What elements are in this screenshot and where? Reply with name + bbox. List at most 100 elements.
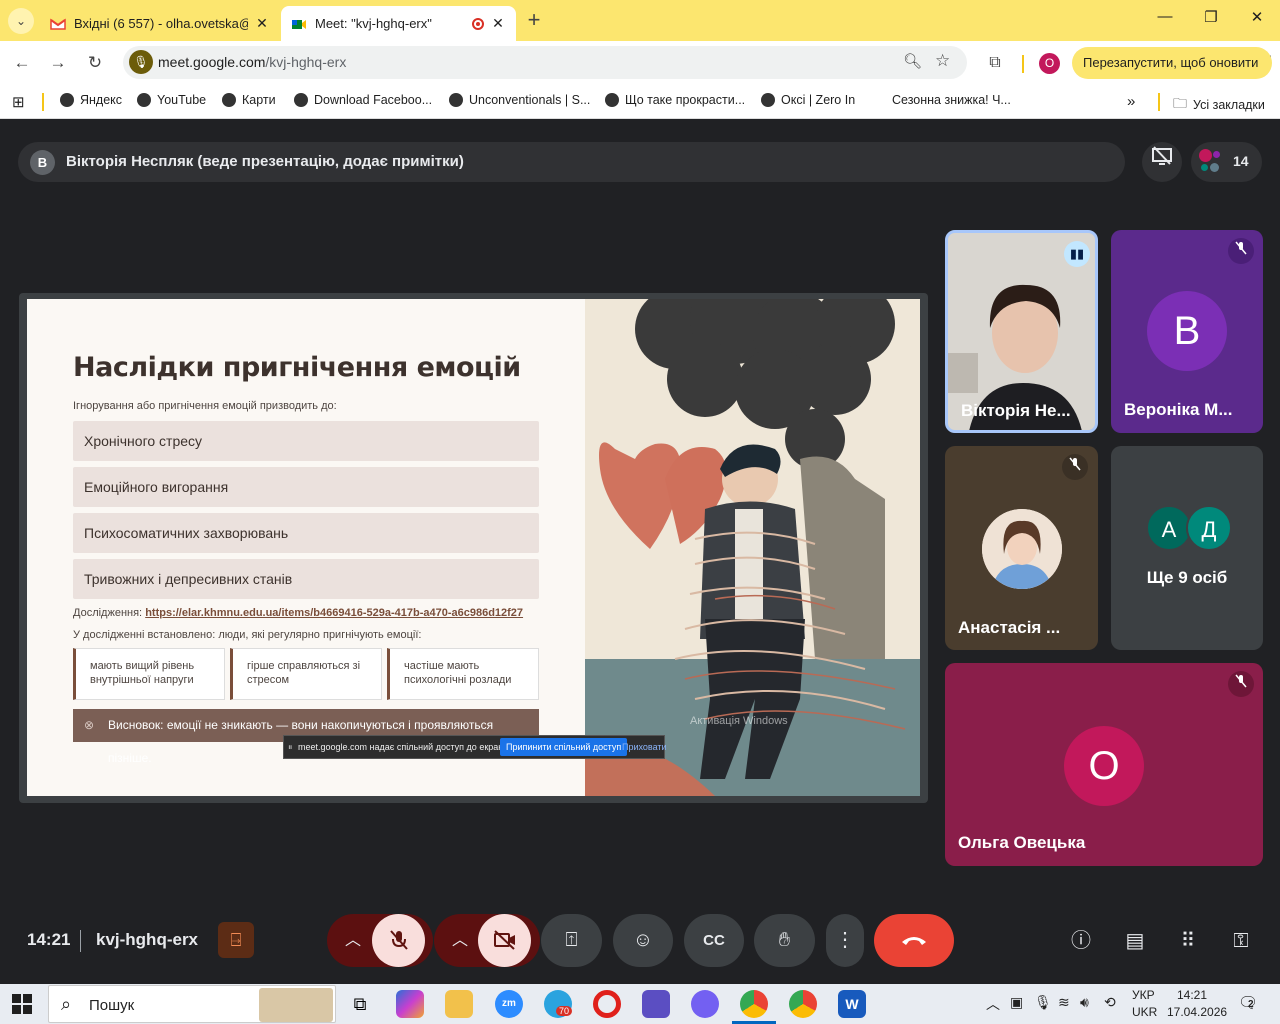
save-app-icon[interactable] bbox=[642, 990, 670, 1018]
raise-hand-button[interactable]: ✋︎ bbox=[754, 914, 815, 967]
slide-title: Наслідки пригнічення емоцій bbox=[73, 352, 521, 383]
leave-call-button[interactable] bbox=[874, 914, 954, 967]
captions-button[interactable]: CC bbox=[684, 914, 744, 967]
avatar-photo bbox=[982, 509, 1062, 589]
bookmark-item[interactable]: Unconventionals | S... bbox=[449, 93, 590, 107]
bookmark-item[interactable]: Оксі | Zero In bbox=[761, 93, 855, 107]
tray-overflow-icon[interactable]: ︿ bbox=[986, 994, 1000, 1014]
presenter-label: Вікторія Неспляк (веде презентацію, дода… bbox=[66, 153, 464, 170]
tab-strip: ⌄ Вхідні (6 557) - olha.ovetska@n ✕ Meet… bbox=[0, 0, 1280, 41]
avatar bbox=[1201, 164, 1208, 171]
windows-start-icon[interactable] bbox=[12, 994, 32, 1019]
camera-off-icon bbox=[493, 930, 515, 950]
meeting-code: kvj-hghq-erx bbox=[96, 930, 199, 949]
meeting-info-icon[interactable]: ⓘ bbox=[1066, 926, 1096, 956]
more-options-button[interactable]: ⋮ bbox=[826, 914, 864, 967]
address-bar[interactable]: 🎙 meet.google.com/kvj-hghq-erx 🔍︎ ☆ bbox=[123, 46, 967, 79]
onedrive-icon[interactable]: ⟲ bbox=[1104, 994, 1116, 1011]
captions-icon: CC bbox=[703, 932, 725, 949]
tab-title: Meet: "kvj-hghq-erx" bbox=[315, 16, 432, 31]
activities-icon[interactable]: ⠿ bbox=[1173, 926, 1203, 956]
chrome-icon[interactable] bbox=[789, 990, 817, 1018]
separator bbox=[42, 93, 44, 111]
wifi-icon[interactable]: ≋ bbox=[1058, 994, 1070, 1011]
bookmark-item[interactable]: Що таке прокрасти... bbox=[605, 93, 745, 107]
bookmark-item[interactable]: Сезонна знижка! Ч... bbox=[892, 93, 1011, 107]
restore-icon[interactable]: ❐ bbox=[1188, 8, 1234, 26]
stop-sharing-button[interactable]: Припинити спільний доступ bbox=[500, 738, 628, 756]
telegram-badge: 70 bbox=[556, 1006, 573, 1016]
participants-button[interactable]: 14 bbox=[1191, 142, 1262, 182]
microphone-toggle[interactable] bbox=[372, 914, 425, 967]
more-participants-label: Ще 9 осіб bbox=[1146, 568, 1228, 587]
host-controls-icon[interactable]: ⍈ bbox=[218, 922, 254, 958]
tab-search-icon[interactable]: ⌄ bbox=[8, 8, 34, 34]
more-bookmarks-icon[interactable]: » bbox=[1127, 93, 1135, 110]
end-call-icon bbox=[902, 937, 926, 945]
opera-icon[interactable] bbox=[593, 990, 621, 1018]
close-tab-icon[interactable]: ✕ bbox=[490, 15, 506, 32]
bookmark-star-icon[interactable]: ☆ bbox=[935, 51, 950, 71]
drag-handle-icon[interactable]: ⏸ bbox=[288, 736, 293, 758]
zoom-icon[interactable]: 🔍︎ bbox=[903, 52, 922, 70]
present-screen-button[interactable]: ⍐ bbox=[541, 914, 602, 967]
study-link[interactable]: https://elar.khmnu.edu.ua/items/b4669416… bbox=[145, 607, 523, 619]
relaunch-button[interactable]: Перезапустити, щоб оновити bbox=[1072, 47, 1272, 79]
bookmark-item[interactable]: Яндекс bbox=[60, 93, 122, 107]
emoji-icon: ☺ bbox=[632, 929, 654, 951]
avatar bbox=[1213, 151, 1220, 158]
new-tab-icon[interactable]: + bbox=[522, 8, 546, 32]
globe-icon bbox=[449, 93, 463, 107]
participant-tile[interactable]: О Ольга Овецька bbox=[945, 663, 1263, 866]
tab-gmail[interactable]: Вхідні (6 557) - olha.ovetska@n ✕ bbox=[40, 6, 280, 41]
language-indicator[interactable]: УКР UKR bbox=[1132, 988, 1157, 1019]
minimize-icon[interactable]: — bbox=[1142, 8, 1188, 25]
profile-avatar[interactable]: O bbox=[1039, 53, 1060, 74]
tab-meet[interactable]: Meet: "kvj-hghq-erx" ✕ bbox=[281, 6, 516, 41]
participant-tile[interactable]: ▮▮ Вікторія Не... bbox=[945, 230, 1098, 433]
more-participants-tile[interactable]: А Д Ще 9 осіб bbox=[1111, 446, 1263, 650]
meet-icon bbox=[291, 16, 307, 32]
search-icon: ⌕ bbox=[61, 994, 72, 1014]
apps-icon[interactable]: ⊞ bbox=[12, 93, 25, 111]
chat-icon[interactable]: ▤ bbox=[1120, 926, 1150, 956]
reactions-button[interactable]: ☺ bbox=[613, 914, 673, 967]
bookmark-item[interactable]: Download Faceboo... bbox=[294, 93, 432, 107]
hide-share-bar-button[interactable]: Приховати bbox=[622, 736, 667, 758]
study-finding: У дослідженні встановлено: люди, які рег… bbox=[73, 629, 422, 641]
close-tab-icon[interactable]: ✕ bbox=[254, 15, 270, 32]
clock[interactable]: 14:21 17.04.2026 bbox=[1167, 988, 1227, 1019]
gmail-icon bbox=[50, 16, 66, 32]
mic-off-icon bbox=[389, 930, 408, 950]
notifications-icon[interactable]: 🗨︎ 2 bbox=[1238, 993, 1258, 1013]
all-bookmarks[interactable]: 🗀 Усі закладки bbox=[1173, 93, 1265, 117]
participant-tile[interactable]: В Вероніка М... bbox=[1111, 230, 1263, 433]
windows-taskbar: ⌕ Пошук ⧉ zm 70 W ︿ ▣ 🎙︎ ≋ 🔊︎ ⟲ УКР UKR 1… bbox=[0, 984, 1280, 1024]
camera-toggle[interactable] bbox=[478, 914, 531, 967]
task-view-icon[interactable]: ⧉ bbox=[346, 990, 374, 1018]
viber-icon[interactable] bbox=[691, 990, 719, 1018]
telegram-icon[interactable]: 70 bbox=[544, 990, 573, 1018]
file-explorer-icon[interactable] bbox=[445, 990, 473, 1018]
participant-name: Ольга Овецька bbox=[958, 833, 1086, 852]
copilot-icon[interactable] bbox=[396, 990, 424, 1018]
finding-card: частіше мають психологічні розлади bbox=[387, 648, 539, 700]
forward-icon[interactable]: → bbox=[46, 51, 70, 75]
chrome-icon[interactable] bbox=[740, 990, 768, 1018]
microphone-tray-icon[interactable]: 🎙︎ bbox=[1034, 994, 1052, 1011]
extensions-icon[interactable]: ⧉ bbox=[983, 51, 1007, 75]
word-icon[interactable]: W bbox=[838, 990, 866, 1018]
window-close-icon[interactable]: ✕ bbox=[1234, 8, 1280, 26]
zoom-app-icon[interactable]: zm bbox=[495, 990, 523, 1018]
bookmark-item[interactable]: Карти bbox=[222, 93, 276, 107]
host-lock-icon[interactable]: ⚿ bbox=[1226, 926, 1256, 956]
participant-tile[interactable]: Анастасія ... bbox=[945, 446, 1098, 650]
tray-app-icon[interactable]: ▣ bbox=[1010, 994, 1023, 1011]
hide-presentation-icon[interactable] bbox=[1142, 142, 1182, 182]
volume-icon[interactable]: 🔊︎ bbox=[1080, 994, 1089, 1011]
taskbar-search[interactable]: ⌕ Пошук bbox=[48, 985, 336, 1023]
bookmark-item[interactable]: YouTube bbox=[137, 93, 206, 107]
reload-icon[interactable]: ↻ bbox=[83, 51, 107, 75]
back-icon[interactable]: ← bbox=[10, 51, 34, 75]
hand-icon: ✋︎ bbox=[778, 929, 791, 951]
